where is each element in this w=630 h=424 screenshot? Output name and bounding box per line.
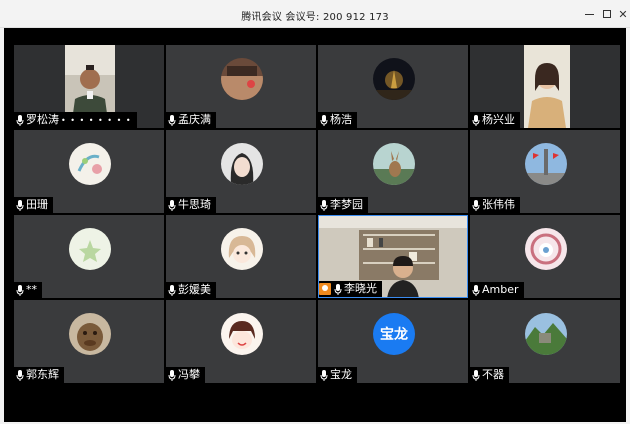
participant-tile[interactable]: 冯攀 (166, 300, 316, 383)
participant-nameplate: 杨兴业 (470, 112, 520, 128)
minimize-button[interactable] (579, 5, 599, 23)
microphone-icon (168, 199, 176, 211)
participant-nameplate: 张伟伟 (470, 197, 520, 213)
participant-avatar (69, 313, 111, 355)
participant-nameplate: 杨浩 (318, 112, 357, 128)
minimize-icon (584, 13, 594, 15)
participant-name: 罗松涛 (26, 113, 59, 126)
participant-nameplate: ** (14, 282, 42, 298)
participant-tile[interactable]: 张伟伟 (470, 130, 620, 213)
participant-nameplate: 彭媛美 (166, 282, 216, 298)
participant-avatar (221, 58, 263, 100)
participant-avatar (69, 143, 111, 185)
participant-name: 不器 (482, 368, 504, 381)
participant-tile[interactable]: 田珊 (14, 130, 164, 213)
microphone-icon (16, 199, 24, 211)
participant-name: 郭东辉 (26, 368, 59, 381)
microphone-icon (320, 199, 328, 211)
close-button[interactable]: ✕ (613, 5, 630, 23)
participant-avatar (525, 143, 567, 185)
participant-nameplate: 牛思琦 (166, 197, 216, 213)
participant-nameplate: 李晓光 (319, 281, 382, 297)
participant-avatar (373, 58, 415, 100)
microphone-icon (472, 114, 480, 126)
participant-avatar (525, 313, 567, 355)
title-bar: 腾讯会议 会议号: 200 912 173 ✕ (0, 0, 630, 28)
participant-nameplate: 孟庆满 (166, 112, 216, 128)
microphone-icon (168, 114, 176, 126)
host-icon (319, 283, 331, 295)
participant-name: ** (26, 283, 37, 296)
participant-name: 孟庆满 (178, 113, 211, 126)
participant-tile[interactable]: 牛思琦 (166, 130, 316, 213)
microphone-icon (320, 114, 328, 126)
microphone-icon (16, 114, 24, 126)
participant-tile[interactable]: 彭媛美 (166, 215, 316, 298)
microphone-icon (472, 284, 480, 296)
participant-tile[interactable]: Amber (470, 215, 620, 298)
participant-tile[interactable]: 不器 (470, 300, 620, 383)
participant-name: Amber (482, 283, 519, 296)
participant-nameplate: 冯攀 (166, 367, 205, 383)
participant-name: 李梦园 (330, 198, 363, 211)
meeting-window: 腾讯会议 会议号: 200 912 173 ✕ 罗松涛 • • • • • • … (0, 0, 630, 424)
participant-nameplate: 李梦园 (318, 197, 368, 213)
video-grid: 罗松涛 • • • • • • • • 孟庆满 杨浩 杨兴业 田珊 牛思琦 李梦… (4, 28, 626, 422)
participant-avatar (69, 228, 111, 270)
participant-name: 彭媛美 (178, 283, 211, 296)
speaking-indicator: • • • • • • • • (61, 115, 132, 125)
participant-tile[interactable]: 罗松涛 • • • • • • • • (14, 45, 164, 128)
microphone-icon (334, 283, 342, 295)
participant-tile[interactable]: 宝龙 宝龙 (318, 300, 468, 383)
participant-avatar (221, 228, 263, 270)
participant-tile[interactable]: 李晓光 (318, 215, 468, 298)
window-title: 腾讯会议 会议号: 200 912 173 (241, 12, 389, 23)
participant-tile[interactable]: 杨浩 (318, 45, 468, 128)
participant-nameplate: Amber (470, 282, 524, 298)
participant-name: 田珊 (26, 198, 48, 211)
participant-video (524, 45, 570, 128)
participant-tile[interactable]: 李梦园 (318, 130, 468, 213)
participant-avatar (221, 143, 263, 185)
participant-name: 张伟伟 (482, 198, 515, 211)
participant-nameplate: 郭东辉 (14, 367, 64, 383)
microphone-icon (472, 199, 480, 211)
participant-name: 牛思琦 (178, 198, 211, 211)
participant-tile[interactable]: ** (14, 215, 164, 298)
close-icon: ✕ (618, 7, 628, 21)
participant-nameplate: 罗松涛 • • • • • • • • (14, 112, 137, 128)
participant-avatar (221, 313, 263, 355)
participant-tile[interactable]: 孟庆满 (166, 45, 316, 128)
participant-name: 杨浩 (330, 113, 352, 126)
participant-tile[interactable]: 郭东辉 (14, 300, 164, 383)
participant-tile[interactable]: 杨兴业 (470, 45, 620, 128)
participant-nameplate: 不器 (470, 367, 509, 383)
microphone-icon (168, 369, 176, 381)
participant-name: 李晓光 (344, 282, 377, 295)
participant-nameplate: 田珊 (14, 197, 53, 213)
microphone-icon (472, 369, 480, 381)
participant-name: 杨兴业 (482, 113, 515, 126)
maximize-icon (603, 10, 611, 18)
participant-avatar: 宝龙 (373, 313, 415, 355)
microphone-icon (16, 284, 24, 296)
microphone-icon (16, 369, 24, 381)
participant-avatar (373, 143, 415, 185)
microphone-icon (168, 284, 176, 296)
participant-name: 冯攀 (178, 368, 200, 381)
participant-nameplate: 宝龙 (318, 367, 357, 383)
microphone-icon (320, 369, 328, 381)
participant-avatar (525, 228, 567, 270)
participant-name: 宝龙 (330, 368, 352, 381)
